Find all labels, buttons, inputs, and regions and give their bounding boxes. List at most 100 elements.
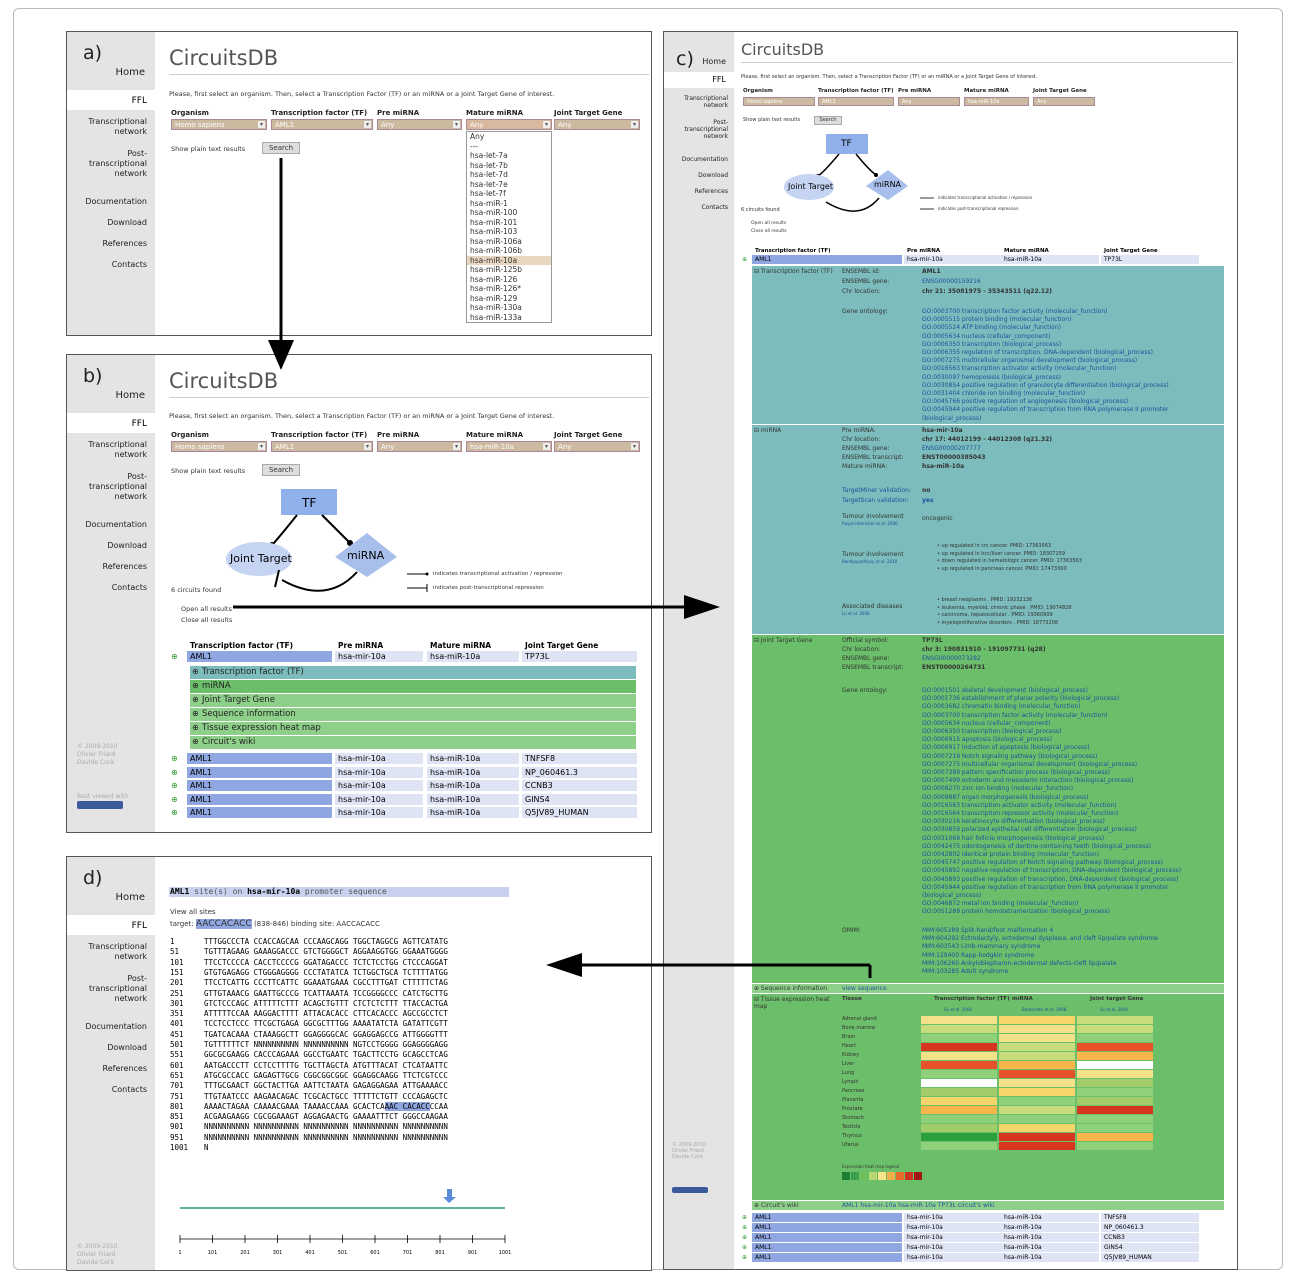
section-label[interactable]: ⊟ Transcription factor (TF) [754,268,833,275]
go-term[interactable]: GO:0007499 ectoderm and mesoderm interac… [922,777,1133,784]
reference-link[interactable]: Su et al. 2004 [1100,1007,1128,1012]
disease-item[interactable]: • leukemia, myeloid, chronic phase . PMI… [937,605,1072,611]
go-term[interactable]: (biological_process) [922,415,981,422]
go-term[interactable]: GO:0005634 nucleus (cellular_component) [922,333,1051,340]
table-row[interactable]: ⊕ AML1 hsa-mir-10a hsa-miR-10a GINS4 [67,793,651,805]
omim-entry[interactable]: MIM:605289 Split-hand/foot malformation … [922,927,1053,934]
dropdown-option[interactable]: hsa-miR-125b [467,265,551,275]
expand-icon[interactable]: ⊕ [192,708,199,720]
tumour-item[interactable]: • up regulated in crc cancer. PMID: 1736… [937,543,1051,549]
reference-link[interactable]: Lu et al. 2008 [842,611,870,616]
table-row[interactable]: ⊕ AML1 hsa-mir-10a hsa-miR-10a CCNB3 [67,780,651,792]
go-term[interactable]: GO:0006350 transcription (biological_pro… [922,341,1061,348]
go-term[interactable]: GO:0007389 pattern specification process… [922,769,1110,776]
search-button[interactable]: Search [262,142,300,154]
section-label[interactable]: ⊟ Joint Target Gene [754,637,812,644]
go-term[interactable]: GO:0045892 negative regulation of transc… [922,867,1181,874]
expand-icon[interactable]: ⊕ [192,694,199,706]
go-term[interactable]: GO:0007275 multicellular organismal deve… [922,357,1137,364]
expand-icon[interactable]: ⊕ [171,753,178,764]
go-term[interactable]: GO:0030854 positive regulation of granul… [922,382,1169,389]
dropdown-option[interactable]: hsa-miR-130a [467,303,551,313]
field-label[interactable]: TargetMiner validation: [842,487,911,494]
go-term[interactable]: GO:0001501 skeletal development (biologi… [922,687,1088,694]
omim-entry[interactable]: MIM:106260 Ankyloblepharon-ectodermal de… [922,960,1117,967]
disease-item[interactable]: • breast neoplasms . PMID: 19232136 [937,597,1032,603]
result-section[interactable]: ⊕ Joint Target Gene [190,694,636,707]
expand-icon[interactable]: ⊕ [742,1253,747,1262]
dropdown-option[interactable]: Any [467,132,551,142]
go-term[interactable]: GO:0045893 positive regulation of transc… [922,876,1178,883]
disease-item[interactable]: • carcinoma, hepatocellular . PMID: 1936… [937,612,1053,618]
table-row[interactable]: ⊕ AML1 hsa-mir-10a hsa-miR-10a GINS4 [664,1243,1237,1252]
plain-text-checkbox[interactable]: Show plain text results [171,145,245,153]
go-term[interactable]: GO:0006915 apoptosis (biological_process… [922,736,1052,743]
field-value[interactable]: ENSG00000159216 [922,278,981,285]
jtg-select[interactable]: Any ▾ [554,119,640,130]
dropdown-option[interactable]: hsa-let-7f [467,189,551,199]
pre-select[interactable]: Any ▾ [377,119,462,130]
go-term[interactable]: GO:0006350 transcription (biological_pro… [922,728,1061,735]
expand-icon[interactable]: ⊕ [192,666,199,678]
go-term[interactable]: GO:0016564 transcription repressor activ… [922,810,1118,817]
dropdown-option[interactable]: --- [467,142,551,152]
go-term[interactable]: GO:0003682 chromatin binding (molecular_… [922,703,1081,710]
table-row[interactable]: ⊕ AML1 hsa-mir-10a hsa-miR-10a Q5JV89_HUMAN [67,807,651,819]
table-row[interactable]: ⊕ AML1 hsa-mir-10a hsa-miR-10a Q5JV89_HUMAN [664,1253,1237,1262]
expand-icon[interactable]: ⊕ [742,1223,747,1232]
go-term[interactable]: GO:0046872 metal ion binding (molecular_… [922,900,1078,907]
nav-transcriptional[interactable]: Transcriptional network [77,942,147,962]
dropdown-option[interactable]: hsa-let-7e [467,180,551,190]
expand-icon[interactable]: ⊕ [742,1243,747,1252]
reference-link[interactable]: Bandyopadhyay et al. 2010 [842,559,897,564]
go-term[interactable]: GO:0045747 positive regulation of Notch … [922,859,1163,866]
expand-icon[interactable]: ⊕ [171,794,178,805]
omim-entry[interactable]: MIM:604292 Ectrodactyly, ectodermal dysp… [922,935,1158,942]
go-term[interactable]: GO:0045944 positive regulation of transc… [922,406,1168,413]
expand-icon[interactable]: ⊕ [171,651,178,662]
go-term[interactable]: GO:0009887 organ morphogenesis (biologic… [922,794,1089,801]
nav-documentation[interactable]: Documentation [85,1022,147,1032]
expand-icon[interactable]: ⊕ [192,736,199,748]
expand-icon[interactable]: ⊕ [742,1233,747,1242]
result-section[interactable]: ⊕ Circuit's wiki [190,736,636,749]
dropdown-option[interactable]: hsa-miR-106b [467,246,551,256]
result-section[interactable]: ⊕ Tissue expression heat map [190,722,636,735]
nav-download[interactable]: Download [107,1043,147,1053]
nav-ffl[interactable]: FFL [67,90,155,110]
nav-home[interactable]: Home [115,892,145,903]
dropdown-option[interactable]: hsa-let-7d [467,170,551,180]
go-term[interactable]: GO:0016563 transcription activator activ… [922,365,1117,372]
nav-download[interactable]: Download [107,218,147,228]
table-row[interactable]: ⊕ AML1 hsa-mir-10a hsa-miR-10a CCNB3 [664,1233,1237,1242]
dropdown-option[interactable]: hsa-miR-126 [467,275,551,285]
open-all-link[interactable]: Open all results [181,605,232,613]
section-label[interactable]: ⊕ Sequence information [754,985,827,992]
dropdown-option[interactable]: hsa-miR-133a [467,313,551,323]
go-term[interactable]: GO:0005524 ATP binding (molecular_functi… [922,324,1061,331]
go-term[interactable]: GO:0006355 regulation of transcription, … [922,349,1153,356]
go-term[interactable]: GO:0016563 transcription activator activ… [922,802,1117,809]
mature-select[interactable]: Any ▾ [466,119,552,130]
go-term[interactable]: GO:0045766 positive regulation of angiog… [922,398,1128,405]
go-term[interactable]: GO:0045944 positive regulation of transc… [922,884,1168,891]
tumour-item[interactable]: • up regulated in pancreas cancer. PMID:… [937,566,1067,572]
field-value[interactable]: ENSG00000207777 [922,445,981,452]
nav-transcriptional[interactable]: Transcriptional network [77,117,147,137]
nav-references[interactable]: References [103,1064,147,1074]
table-row[interactable]: ⊕ AML1 hsa-mir-10a hsa-miR-10a TNFSF8 [664,1213,1237,1222]
omim-entry[interactable]: MIM:603543 Limb-mammary syndrome [922,943,1040,950]
reference-link[interactable]: Rayani-Kemcher et al. 2006 [842,521,898,526]
organism-select[interactable]: Homo sapiens ▾ [171,119,267,130]
dropdown-option[interactable]: hsa-miR-129 [467,294,551,304]
dropdown-option[interactable]: hsa-miR-100 [467,208,551,218]
field-label[interactable]: TargetScan validation: [842,497,909,504]
go-term[interactable]: GO:0051289 protein homotetramerization (… [922,908,1110,915]
table-row[interactable]: ⊕ AML1 hsa-mir-10a hsa-miR-10a TP73L [67,651,651,662]
go-term[interactable]: GO:0042475 odontogenesis of dentine-cont… [922,843,1151,850]
reference-link[interactable]: Barbarotto et al. 2008 [1022,1007,1066,1012]
section-label[interactable]: ⊟ miRNA [754,427,781,434]
dropdown-option[interactable]: hsa-miR-1 [467,199,551,209]
view-all-sites-link[interactable]: View all sites [170,908,216,916]
wiki-link[interactable]: AML1 hsa-mir-10a hsa-miR-10a TP73L circu… [842,1202,995,1209]
